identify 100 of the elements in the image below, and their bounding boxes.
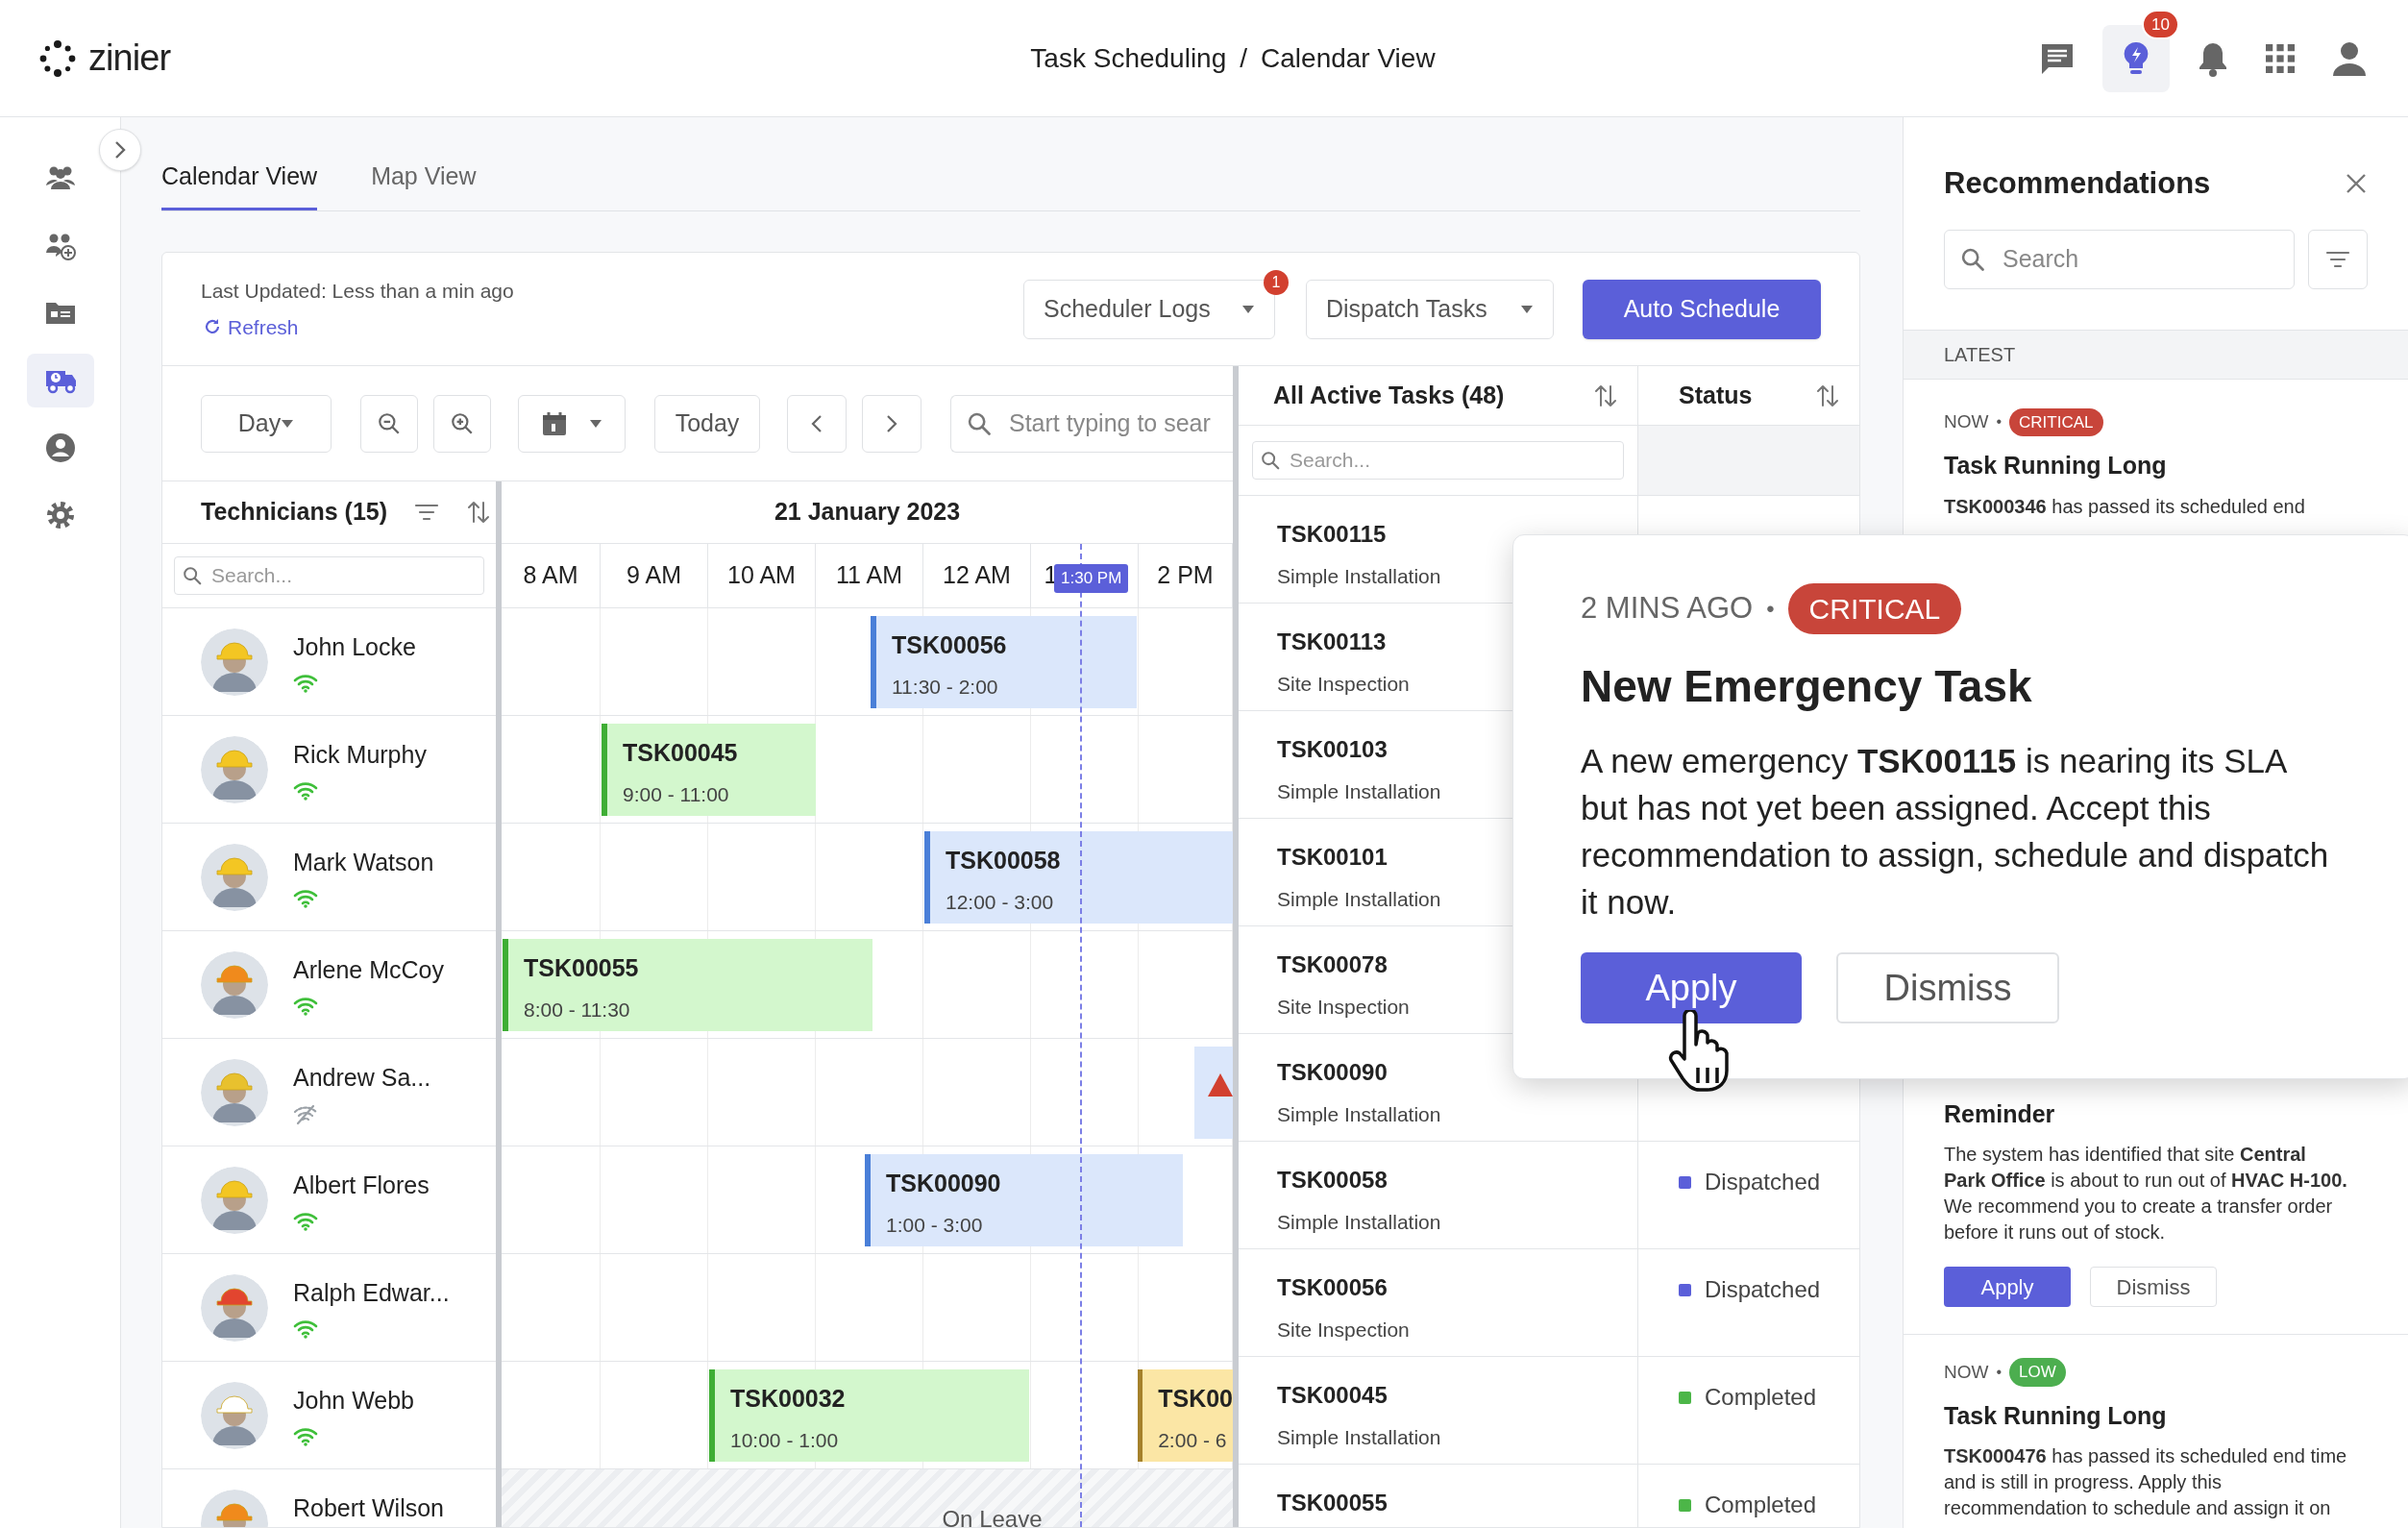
task-id[interactable]: TSK00078 [1277,948,1388,982]
status-text: Dispatched [1705,1169,1821,1195]
technician-name[interactable]: John Locke [293,629,416,666]
task-id: TSK00090 [886,1169,1001,1198]
view-dropdown[interactable]: Day [201,394,332,453]
card-text: The system has identified that site Central Park Office is about to run out of HVAC H-100. We recommend you to create a transfer order before it runs out of stock. [1944,1143,2347,1245]
popup-title: New Emergency Task [1581,660,2033,713]
task-time: 11:30 - 2:00 [892,674,998,700]
technician-name[interactable]: Mark Watson [293,845,434,881]
sort-icon[interactable] [466,499,492,526]
task-id[interactable]: TSK00101 [1277,840,1388,875]
chevron-right-icon [886,413,897,433]
avatar [201,1273,268,1342]
task-event[interactable]: TSK00090 1:00 - 3:00 [865,1154,1183,1246]
apps-grid-icon[interactable] [2266,43,2295,73]
nav-item[interactable] [26,354,94,407]
technician-name[interactable]: Albert Flores [293,1168,430,1204]
filter-icon[interactable] [414,502,440,523]
task-event[interactable]: TSK00055 8:00 - 11:30 [503,939,872,1031]
panel-title: Recommendations [1944,165,2211,202]
date-picker-dropdown[interactable] [518,394,626,453]
caret-icon [1241,304,1255,314]
collapse-button[interactable] [99,129,141,171]
task-event[interactable]: TSK00058 12:00 - 3:00 [924,831,1233,924]
status-text: Completed [1705,1384,1817,1411]
task-event[interactable]: TSK00045 9:00 - 11:00 [602,724,816,816]
filter-button[interactable] [2308,229,2368,289]
task-id: TSK00055 [524,953,639,983]
bullet: • [1766,594,1775,624]
technician-name[interactable]: Arlene McCoy [293,952,444,989]
task-event[interactable] [1194,1047,1233,1139]
date-heading: 21 January 2023 [774,497,961,528]
search-field[interactable]: Search [1944,229,2295,289]
zoom-out-button[interactable] [360,394,418,453]
task-id[interactable]: TSK00103 [1277,732,1388,767]
leave-label: On Leave [942,1505,1043,1527]
search-field[interactable]: Search... [1252,441,1624,480]
dismiss-button[interactable]: Dismiss [1836,952,2059,1023]
card-text: TSK000476 has passed its scheduled end time and is still in progress. Apply this recommendation to schedule and assign it on [1944,1444,2347,1520]
task-type: Site Inspection [1277,995,1410,1020]
hour-label: 11 AM [836,560,902,591]
task-id[interactable]: TSK00055 [1277,1486,1388,1520]
avatar [201,1166,268,1234]
task-time: 10:00 - 1:00 [730,1427,839,1453]
logo-text: zinier [88,37,171,80]
task-id: TSK00032 [730,1384,846,1414]
dismiss-button[interactable]: Dismiss [2090,1267,2217,1307]
task-time: 2:00 - 6 [1158,1427,1227,1453]
warning-icon [1206,1072,1233,1098]
technician-name[interactable]: Andrew Sa... [293,1060,431,1097]
card-title: Task Running Long [1944,1400,2168,1431]
search-field[interactable]: Start typing to sear [950,394,1233,453]
task-id[interactable]: TSK00115 [1277,517,1387,552]
time-label: NOW [1944,1360,1989,1384]
task-time: 9:00 - 11:00 [623,781,729,807]
task-event[interactable]: TSK00 2:00 - 6 [1138,1369,1233,1462]
apply-button[interactable]: Apply [1944,1267,2071,1307]
task-id[interactable]: TSK00058 [1277,1163,1388,1197]
technician-name[interactable]: Robert Wilson [293,1491,444,1527]
task-id[interactable]: TSK00113 [1277,625,1387,659]
search-field[interactable]: Search... [174,556,484,595]
apply-button[interactable]: Apply [1581,952,1802,1023]
refresh-link[interactable]: Refresh [201,311,514,342]
column-header: All Active Tasks (48) [1273,380,1505,410]
caret-icon [589,418,602,429]
card-title: Task Running Long [1944,451,2168,481]
task-event[interactable]: TSK00056 11:30 - 2:00 [871,616,1137,708]
zoom-out-icon [377,410,402,436]
hour-label: 12 AM [943,560,1011,591]
dispatch-tasks-dropdown[interactable]: Dispatch Tasks [1306,279,1554,339]
task-id[interactable]: TSK00056 [1277,1270,1388,1305]
task-event[interactable]: TSK00032 10:00 - 1:00 [709,1369,1029,1462]
chevron-right-icon [113,140,127,160]
card-text: TSK000346 has passed its scheduled end [1944,494,2306,519]
today-button[interactable]: Today [654,394,760,453]
caret-icon [1520,304,1534,314]
time-label: NOW [1944,410,1989,433]
bullet: • [1996,412,2003,432]
column-header: Technicians (15) [201,497,388,528]
tab[interactable]: Calendar View [161,158,318,210]
section-label: LATEST [1944,342,2016,367]
task-id[interactable]: TSK00045 [1277,1378,1388,1413]
task-time: 8:00 - 11:30 [524,997,630,1023]
status-text: Dispatched [1705,1276,1821,1303]
task-type: Simple Installation [1277,1102,1441,1127]
user-icon[interactable] [2331,39,2368,77]
technician-name[interactable]: Rick Murphy [293,737,427,774]
tab[interactable]: Map View [371,158,477,210]
technician-name[interactable]: John Webb [293,1383,414,1419]
auto-schedule-button[interactable]: Auto Schedule [1583,279,1821,339]
hour-label: 2 PM [1157,560,1214,591]
task-type: Simple Installation [1277,1425,1441,1450]
severity-badge: LOW [2009,1358,2066,1387]
time-label: 2 MINS AGO [1581,590,1754,628]
technician-name[interactable]: Ralph Edwar... [293,1275,450,1312]
lightbulb-icon [2122,39,2150,77]
task-id[interactable]: TSK00090 [1277,1055,1388,1090]
logo-icon [38,38,77,78]
zoom-in-button[interactable] [433,394,491,453]
breadcrumb-item[interactable]: Task Scheduling [1030,37,1227,79]
